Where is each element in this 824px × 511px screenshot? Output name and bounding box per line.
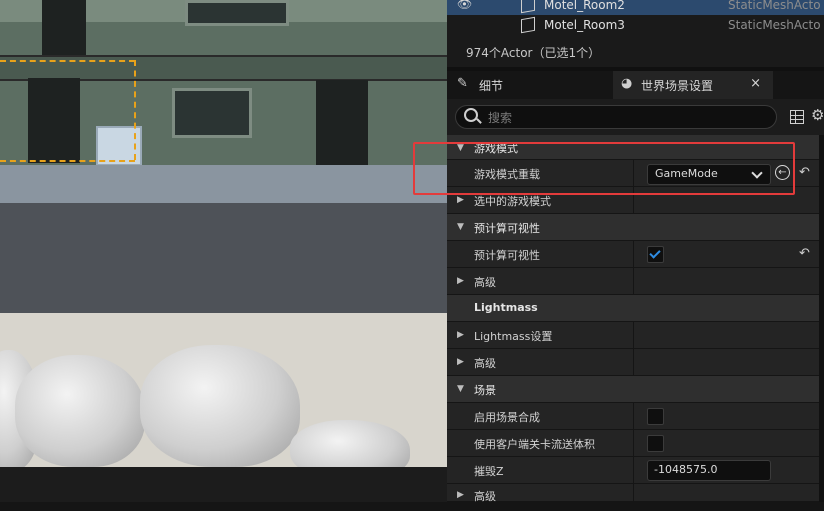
column-divider[interactable] <box>633 484 634 511</box>
category-world[interactable]: ▼ 场景 <box>447 376 819 403</box>
outliner-item-name: Motel_Room2 <box>544 0 625 12</box>
column-divider[interactable] <box>633 322 634 349</box>
viewport-bottom-bar <box>0 467 447 502</box>
column-divider[interactable] <box>633 268 634 295</box>
search-placeholder: 搜索 <box>488 111 513 125</box>
tab-details[interactable]: ✎ 细节 <box>447 71 613 99</box>
level-viewport[interactable] <box>0 0 447 467</box>
rock <box>140 345 300 467</box>
motel-door-upper <box>42 0 86 55</box>
motel-building <box>0 0 447 170</box>
annotation-highlight-box <box>413 142 795 195</box>
expand-arrow-icon: ▶ <box>457 195 464 205</box>
outliner-item-name: Motel_Room3 <box>544 18 625 32</box>
property-label: 高级 <box>474 276 496 289</box>
expand-arrow-icon: ▼ <box>457 222 464 232</box>
property-label: 摧毁Z <box>474 465 504 478</box>
property-client-side-level-streaming: 使用客户端关卡流送体积 <box>447 430 819 457</box>
globe-icon: ◕ <box>621 76 633 91</box>
property-advanced[interactable]: ▶ 高级 <box>447 484 819 511</box>
property-label: 高级 <box>474 357 496 370</box>
expand-arrow-icon: ▶ <box>457 330 464 340</box>
sidewalk <box>0 165 447 203</box>
tab-world-settings[interactable]: ◕ 世界场景设置 × <box>613 71 773 99</box>
property-lightmass-settings[interactable]: ▶ Lightmass设置 <box>447 322 819 349</box>
column-divider[interactable] <box>633 403 634 430</box>
actor-selection-outline <box>0 60 135 62</box>
static-mesh-icon <box>521 0 535 14</box>
close-icon[interactable]: × <box>750 76 761 91</box>
details-scrollbar[interactable] <box>819 135 824 502</box>
category-label: Lightmass <box>474 301 538 314</box>
column-divider[interactable] <box>633 430 634 457</box>
column-divider[interactable] <box>633 349 634 376</box>
reset-to-default-icon[interactable]: ↶ <box>799 165 810 180</box>
property-label: 选中的游戏模式 <box>474 195 551 208</box>
property-kill-z: 摧毁Z -1048575.0 <box>447 457 819 484</box>
property-label: 预计算可视性 <box>474 249 540 262</box>
property-label: 使用客户端关卡流送体积 <box>474 438 595 451</box>
pencil-icon: ✎ <box>457 76 468 91</box>
motel-door <box>316 80 368 170</box>
client-side-streaming-checkbox[interactable] <box>647 435 664 452</box>
kill-z-value: -1048575.0 <box>654 463 718 476</box>
outliner-item-type: StaticMeshActo <box>728 0 821 12</box>
expand-arrow-icon: ▼ <box>457 384 464 394</box>
motel-window <box>172 88 252 138</box>
tab-bar: ✎ 细节 ◕ 世界场景设置 × <box>447 71 824 99</box>
outliner-row[interactable]: Motel_Room3 StaticMeshActo <box>447 15 824 35</box>
search-input[interactable]: 搜索 <box>455 105 777 129</box>
tab-world-settings-label: 世界场景设置 <box>641 79 714 93</box>
category-label: 场景 <box>474 384 496 397</box>
editor-side-panel: 👁 Motel_Room2 StaticMeshActo Motel_Room3… <box>447 0 824 511</box>
actor-selection-outline <box>0 160 135 162</box>
property-label: Lightmass设置 <box>474 330 553 343</box>
gear-icon[interactable]: ⚙ <box>811 106 824 124</box>
rock <box>15 355 145 467</box>
precomputed-visibility-checkbox[interactable] <box>647 246 664 263</box>
reset-to-default-icon[interactable]: ↶ <box>799 246 810 261</box>
category-lightmass[interactable]: Lightmass <box>447 295 819 322</box>
tab-details-label: 细节 <box>479 79 504 93</box>
category-precomputed-visibility[interactable]: ▼ 预计算可视性 <box>447 214 819 241</box>
search-icon <box>464 108 478 122</box>
visibility-eye-icon[interactable]: 👁 <box>457 0 472 11</box>
property-enable-world-composition: 启用场景合成 <box>447 403 819 430</box>
column-divider[interactable] <box>633 241 634 268</box>
actor-count: 974个Actor（已选1个） <box>466 46 601 60</box>
property-advanced[interactable]: ▶ 高级 <box>447 349 819 376</box>
column-divider[interactable] <box>633 457 634 484</box>
category-label: 预计算可视性 <box>474 222 540 235</box>
search-row: 搜索 ⚙ <box>447 99 824 135</box>
property-label: 启用场景合成 <box>474 411 540 424</box>
expand-arrow-icon: ▶ <box>457 357 464 367</box>
expand-arrow-icon: ▶ <box>457 276 464 286</box>
enable-world-composition-checkbox[interactable] <box>647 408 664 425</box>
motel-door <box>28 78 80 163</box>
table-view-icon[interactable] <box>790 110 804 124</box>
outliner-row[interactable]: 👁 Motel_Room2 StaticMeshActo <box>447 0 824 15</box>
static-mesh-icon <box>521 16 535 34</box>
road <box>0 203 447 313</box>
kill-z-input[interactable]: -1048575.0 <box>647 460 771 481</box>
motel-window-upper <box>185 0 289 26</box>
property-advanced[interactable]: ▶ 高级 <box>447 268 819 295</box>
property-precomputed-visibility: 预计算可视性 ↶ <box>447 241 819 268</box>
actor-selection-outline <box>134 60 136 160</box>
expand-arrow-icon: ▶ <box>457 490 464 500</box>
outliner-item-type: StaticMeshActo <box>728 18 821 32</box>
